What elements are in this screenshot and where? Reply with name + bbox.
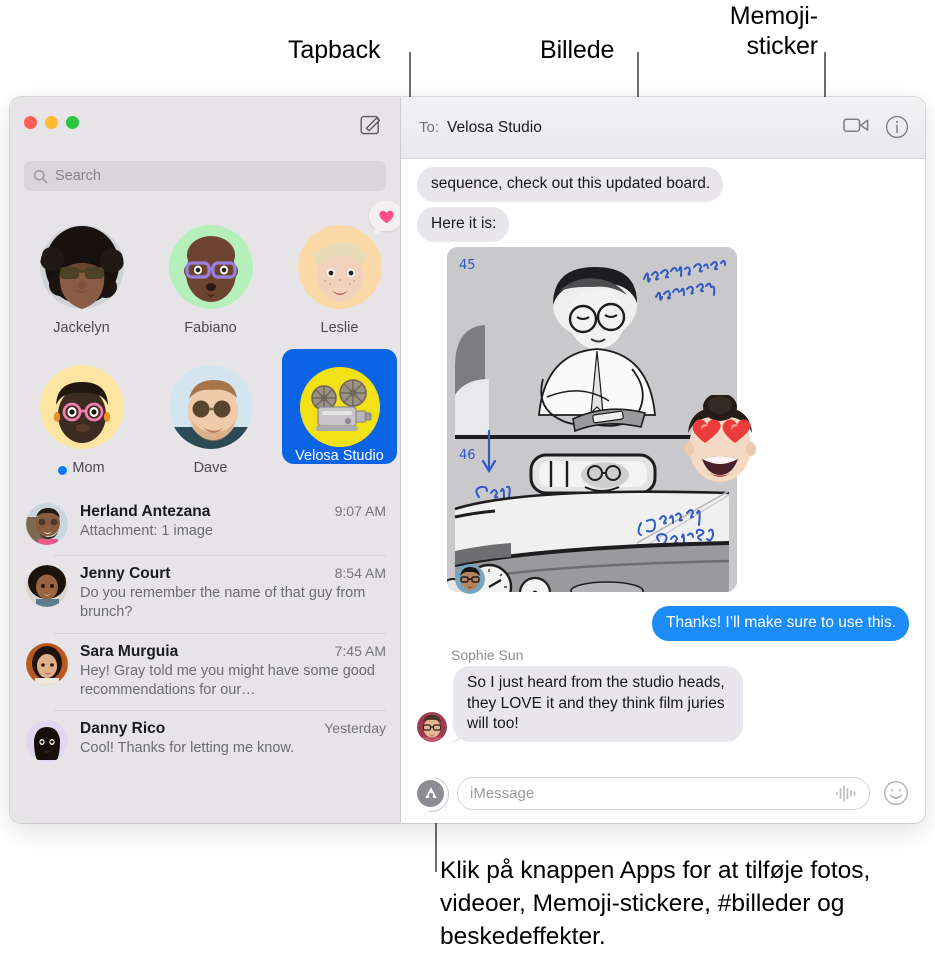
chat-pane: To: Velosa Studio sequence, check out th… xyxy=(401,97,925,823)
callout-label-apps-description: Klik på knappen Apps for at tilføje foto… xyxy=(440,857,871,951)
conversation-list: Herland Antezana 9:07 AM Attachment: 1 i… xyxy=(10,493,400,772)
conversation-body: Herland Antezana 9:07 AM Attachment: 1 i… xyxy=(80,503,386,545)
message-image-attachment[interactable]: 45 46 xyxy=(447,247,756,595)
message-row: So I just heard from the studio heads, t… xyxy=(401,666,925,742)
message-row: Thanks! I’ll make sure to use this. xyxy=(401,606,925,642)
avatar xyxy=(26,642,68,685)
search-icon xyxy=(33,169,48,184)
message-sender-avatar xyxy=(417,711,447,742)
svg-text:45: 45 xyxy=(459,258,476,273)
pinned-item-dave[interactable]: Dave xyxy=(153,349,268,476)
pinned-tile-selected xyxy=(282,349,397,464)
avatar xyxy=(168,364,253,449)
heart-icon xyxy=(378,210,394,223)
message-row: sequence, check out this updated board. xyxy=(401,167,925,203)
apps-button-ring xyxy=(407,769,456,819)
pinned-item-jackelyn[interactable]: Jackelyn xyxy=(24,209,139,336)
conversation-name: Sara Murguia xyxy=(80,642,179,660)
conversation-name: Danny Rico xyxy=(80,720,166,738)
avatar xyxy=(26,720,68,763)
message-bubble-incoming[interactable]: So I just heard from the studio heads, t… xyxy=(453,666,743,742)
messages-window: Search Jackelyn Fabiano Leslie Mom Dave … xyxy=(10,97,925,823)
conversation-time: Yesterday xyxy=(324,720,386,737)
message-row: Here it is: xyxy=(401,207,925,243)
imessage-placeholder: iMessage xyxy=(470,784,535,802)
conversation-top-row: Herland Antezana 9:07 AM xyxy=(80,503,386,521)
pinned-item-leslie[interactable]: Leslie xyxy=(282,201,400,336)
search-placeholder: Search xyxy=(55,168,101,184)
conversation-name: Jenny Court xyxy=(80,565,171,582)
conversation-time: 9:07 AM xyxy=(334,503,386,519)
conversation-row-danny-rico[interactable]: Danny Rico Yesterday Cool! Thanks for le… xyxy=(10,710,400,772)
compose-icon[interactable] xyxy=(360,113,382,135)
imessage-input[interactable]: iMessage xyxy=(457,776,870,810)
conversation-time: 7:45 AM xyxy=(334,642,386,659)
video-camera-icon[interactable] xyxy=(843,115,869,141)
message-bubble-outgoing[interactable]: Thanks! I’ll make sure to use this. xyxy=(651,606,909,642)
tapback-badge[interactable] xyxy=(369,201,400,235)
message-bubble-incoming[interactable]: Here it is: xyxy=(417,207,510,243)
smiley-face-icon[interactable] xyxy=(883,780,909,806)
conversation-row-herland-antezana[interactable]: Herland Antezana 9:07 AM Attachment: 1 i… xyxy=(10,493,400,555)
pinned-conversations: Jackelyn Fabiano Leslie Mom Dave Velosa … xyxy=(10,201,400,489)
svg-text:46: 46 xyxy=(459,448,476,463)
pinned-tile xyxy=(153,349,268,464)
conversation-preview: Do you remember the name of that guy fro… xyxy=(80,585,366,621)
callout-label-memoji-sticker: Memoji- sticker xyxy=(729,2,818,60)
chat-header: To: Velosa Studio xyxy=(401,97,925,159)
recipient-name[interactable]: Velosa Studio xyxy=(447,119,542,137)
minimize-button[interactable] xyxy=(45,116,58,129)
conversation-preview: Cool! Thanks for letting me know. xyxy=(80,740,295,757)
avatar xyxy=(299,366,380,447)
avatar xyxy=(26,565,68,607)
conversation-preview: Attachment: 1 image xyxy=(80,523,213,539)
audio-waveform-icon[interactable] xyxy=(835,784,857,802)
window-traffic-lights xyxy=(24,116,79,129)
conversation-top-row: Danny Rico Yesterday xyxy=(80,720,386,738)
avatar xyxy=(26,503,68,545)
unread-dot xyxy=(58,465,68,475)
callout-label-billede: Billede xyxy=(540,36,615,64)
pinned-item-velosa-studio[interactable]: Velosa Studio xyxy=(282,349,397,476)
conversation-preview: Hey! Gray told me you might have some go… xyxy=(80,662,375,698)
search-input[interactable]: Search xyxy=(24,161,386,191)
conversation-body: Sara Murguia 7:45 AM Hey! Gray told me y… xyxy=(80,643,386,701)
message-bubble-incoming[interactable]: sequence, check out this updated board. xyxy=(417,167,724,203)
avatar xyxy=(39,364,124,449)
pinned-item-fabiano[interactable]: Fabiano xyxy=(153,209,268,336)
conversation-body: Danny Rico Yesterday Cool! Thanks for le… xyxy=(80,720,386,762)
conversation-top-row: Sara Murguia 7:45 AM xyxy=(80,643,386,661)
avatar xyxy=(297,224,382,309)
conversation-row-jenny-court[interactable]: Jenny Court 8:54 AM Do you remember the … xyxy=(10,555,400,633)
to-label: To: xyxy=(419,119,440,136)
close-button[interactable] xyxy=(24,116,37,129)
message-thread: sequence, check out this updated board. … xyxy=(401,159,925,763)
pinned-item-mom[interactable]: Mom xyxy=(24,349,139,476)
conversation-name: Herland Antezana xyxy=(80,503,211,520)
pinned-tile xyxy=(24,209,139,324)
pinned-tile xyxy=(282,201,400,324)
avatar xyxy=(168,224,253,309)
pinned-item-label-row: Mom xyxy=(24,460,139,476)
pinned-tile xyxy=(153,209,268,324)
sidebar: Search Jackelyn Fabiano Leslie Mom Dave … xyxy=(10,97,401,823)
pinned-item-label: Velosa Studio xyxy=(295,448,384,464)
callout-label-tapback: Tapback xyxy=(288,36,381,64)
conversation-time: 8:54 AM xyxy=(334,565,386,581)
conversation-top-row: Jenny Court 8:54 AM xyxy=(80,565,386,583)
avatar xyxy=(39,224,124,309)
apps-store-icon[interactable] xyxy=(407,769,456,819)
conversation-row-sara-murguia[interactable]: Sara Murguia 7:45 AM Hey! Gray told me y… xyxy=(10,632,400,711)
conversation-body: Jenny Court 8:54 AM Do you remember the … xyxy=(80,565,386,623)
message-composer: iMessage xyxy=(401,763,925,823)
memoji-sticker[interactable] xyxy=(674,393,766,487)
info-circle-icon[interactable] xyxy=(885,115,911,141)
message-sender-name: Sophie Sun xyxy=(451,647,524,664)
zoom-button[interactable] xyxy=(66,116,79,129)
pinned-tile xyxy=(24,349,139,464)
